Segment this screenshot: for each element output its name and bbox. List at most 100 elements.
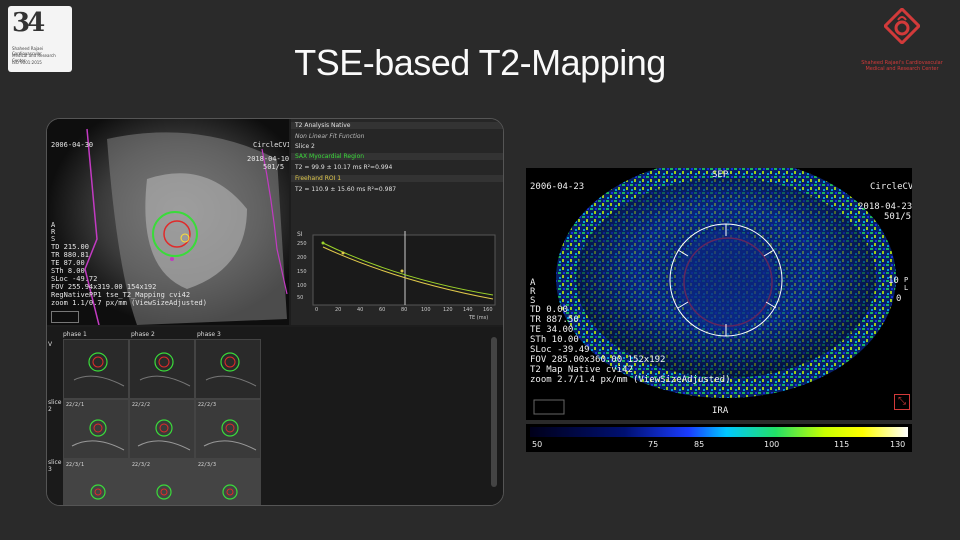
sagittal-image-viewport[interactable]: 2006-04-30 CircleCVI 2018-04-10 501/5 A … <box>47 119 289 325</box>
colorbar-tick-50: 50 <box>532 440 543 449</box>
thumb-r1-c2[interactable] <box>129 339 195 399</box>
map-top-label: SEP <box>712 170 729 180</box>
plot-xlabel: TE (ms) <box>469 315 489 321</box>
plot-xtick-20: 20 <box>335 307 342 313</box>
map-vendor: CircleCVI <box>870 182 912 192</box>
region2-value: T2 = 110.9 ± 15.60 ms R²=0.987 <box>295 186 397 193</box>
plot-ylabel: SI <box>297 231 303 238</box>
thumb-r2-c2[interactable]: 22/2/2 <box>129 399 195 459</box>
thumb-image <box>130 400 194 458</box>
map-param-sth: STh 10.00 <box>530 335 579 345</box>
grid-col-phase-1[interactable]: phase 1 <box>63 331 87 338</box>
region1-value: T2 = 99.9 ± 10.17 ms R²=0.994 <box>295 164 393 171</box>
plot-ytick-150: 150 <box>297 269 307 275</box>
slide-title: TSE-based T2-Mapping <box>294 42 666 83</box>
plot-xtick-40: 40 <box>357 307 364 313</box>
colorbar-tick-130: 130 <box>890 440 906 449</box>
thumb-image <box>64 400 128 458</box>
grid-row-label-2: slice 2 <box>48 399 62 413</box>
thumb-label: 22/2/3 <box>198 402 217 408</box>
logo-number: 34 <box>12 8 45 38</box>
grid-col-phase-2[interactable]: phase 2 <box>131 331 155 338</box>
thumb-image <box>64 340 128 398</box>
fit-function: Non Linear Fit Function <box>295 133 365 140</box>
map-side-letters: P L <box>904 276 909 292</box>
left-param-te: TE 87.00 <box>51 259 85 267</box>
t2-decay-plot: SI 250 200 150 100 50 0 20 40 60 80 100 … <box>297 221 499 321</box>
thumb-r3-c3[interactable]: 22/3/3 <box>195 459 261 505</box>
region1-name[interactable]: SAX Myocardial Region <box>291 153 503 160</box>
left-param-fov: FOV 255.94x319.00 154x192 <box>51 283 157 291</box>
thumb-r1-c3[interactable] <box>195 339 261 399</box>
colorbar-tick-75: 75 <box>648 440 659 449</box>
left-param-zoom: zoom 1.1/0.7 px/mm (ViewSizeAdjusted) <box>51 299 207 307</box>
plot-xtick-0: 0 <box>315 307 319 313</box>
thumb-label: 22/3/1 <box>66 462 85 468</box>
left-param-tr: TR 880.81 <box>51 251 89 259</box>
map-param-td: TD 0.00 <box>530 305 568 315</box>
map-param-te: TE 34.00 <box>530 325 574 335</box>
map-param-tr: TR 887.50 <box>530 315 579 325</box>
grid-row-label-1: V <box>48 341 53 348</box>
cvi42-screenshot: 2006-04-30 CircleCVI 2018-04-10 501/5 A … <box>46 118 504 506</box>
colorbar-tick-100: 100 <box>764 440 780 449</box>
grid-scrollbar[interactable] <box>491 337 497 487</box>
grid-row-label-3: slice 3 <box>48 459 62 473</box>
thumbnail-grid: phase 1 phase 2 phase 3 V slice 2 slice … <box>47 327 503 505</box>
thumbnail-box[interactable] <box>51 311 79 323</box>
thumb-r2-c3[interactable]: 22/2/3 <box>195 399 261 459</box>
plot-ytick-100: 100 <box>297 283 307 289</box>
colorbar-tick-115: 115 <box>834 440 850 449</box>
plot-xtick-140: 140 <box>463 307 473 313</box>
left-param-sloc: SLoc -49.72 <box>51 275 98 283</box>
t2-colorbar: 50 75 85 100 115 130 <box>526 424 912 452</box>
map-date: 2006-04-23 <box>530 182 585 192</box>
thumb-label: 22/3/2 <box>132 462 151 468</box>
left-date: 2006-04-30 <box>51 141 94 149</box>
thumb-r1-c1[interactable] <box>63 339 129 399</box>
resize-handle-icon[interactable]: ⤡ <box>894 394 910 410</box>
map-param-fov: FOV 285.00x360.00 152x192 <box>530 355 666 365</box>
colorbar-tick-85: 85 <box>694 440 705 449</box>
center-logo: Shaheed Rajaei's Cardiovascular Medical … <box>852 8 952 72</box>
left-series-id: 501/5 <box>263 163 285 171</box>
map-series-date: 2018-04-23 <box>858 202 912 212</box>
plot-ytick-50: 50 <box>297 295 304 301</box>
center-name-line-2: Medical and Research Center <box>865 66 939 72</box>
plot-xtick-80: 80 <box>401 307 408 313</box>
left-series-date: 2018-04-10 <box>247 155 289 163</box>
left-param-series: RegNativePP1 tse_T2_Mapping cvi42 <box>51 291 191 299</box>
map-param-sloc: SLoc -39.49 <box>530 345 590 355</box>
left-param-td: TD 215.00 <box>51 243 89 251</box>
colorbar-gradient <box>530 427 908 437</box>
thumb-label: 22/2/2 <box>132 402 151 408</box>
plot-xtick-100: 100 <box>421 307 431 313</box>
thumb-image <box>196 340 260 398</box>
thumb-label: 22/3/3 <box>198 462 217 468</box>
thumb-r3-c1[interactable]: 22/3/1 <box>63 459 129 505</box>
plot-xtick-60: 60 <box>379 307 386 313</box>
plot-xtick-160: 160 <box>483 307 493 313</box>
map-series-id: 501/5 <box>884 212 912 222</box>
map-bottom-label: IRA <box>712 406 729 416</box>
thumb-image <box>130 340 194 398</box>
map-side-value-10: 10 <box>888 276 899 286</box>
left-param-sth: STh 8.00 <box>51 267 85 275</box>
plot-xtick-120: 120 <box>443 307 453 313</box>
thumb-r2-c1[interactable]: 22/2/1 <box>63 399 129 459</box>
analysis-header: T2 Analysis Native <box>291 122 503 129</box>
thumb-r3-c2[interactable]: 22/3/2 <box>129 459 195 505</box>
thumb-image <box>196 400 260 458</box>
slice-label: Slice 2 <box>295 143 315 150</box>
plot-ytick-250: 250 <box>297 241 307 247</box>
heart-logo-icon <box>884 8 920 44</box>
left-vendor: CircleCVI <box>253 141 289 149</box>
t2-map-viewport[interactable]: 2006-04-23 SEP CircleCVI 2018-04-23 501/… <box>526 168 912 420</box>
region2-name[interactable]: Freehand ROI 1 <box>291 175 503 182</box>
grid-col-phase-3[interactable]: phase 3 <box>197 331 221 338</box>
t2-analysis-panel: T2 Analysis Native Non Linear Fit Functi… <box>291 119 503 325</box>
map-side-value-0: 0 <box>896 294 902 304</box>
plot-ytick-200: 200 <box>297 255 307 261</box>
map-param-series: T2 Map Native cvi42 <box>530 365 633 375</box>
center-name: Shaheed Rajaei's Cardiovascular Medical … <box>852 60 952 72</box>
